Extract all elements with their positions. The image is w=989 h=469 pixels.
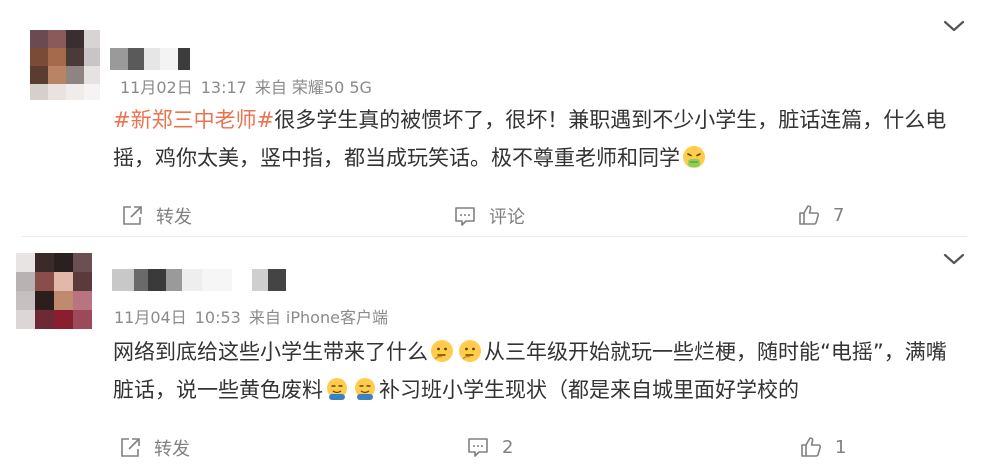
comment-date: 11月02日: [120, 78, 193, 97]
share-icon: [123, 206, 142, 225]
like-button[interactable]: 7: [797, 203, 844, 227]
comment-meta: 11月04日 10:53 来自 iPhone客户端: [114, 304, 396, 328]
like-count: 7: [833, 204, 845, 226]
comment-icon: [468, 438, 488, 457]
repost-button[interactable]: 转发: [118, 435, 190, 461]
avatar[interactable]: [16, 253, 92, 329]
share-icon: [121, 438, 140, 457]
vomit-face-emoji: [683, 146, 705, 168]
thumbs-up-icon: [799, 205, 820, 225]
comment-source: 来自 荣耀50 5G: [254, 78, 372, 97]
chevron-down-icon[interactable]: [940, 16, 968, 36]
chevron-down-icon[interactable]: [940, 249, 968, 269]
comment-button[interactable]: 评论: [453, 203, 525, 229]
divider: [22, 236, 967, 237]
comment-text: 网络到底给这些小学生带来了什么 从三年级开始就玩一些烂梗，随时能“电摇”，满嘴脏…: [113, 333, 963, 409]
comment-date: 11月04日: [114, 308, 187, 327]
comment-count: 2: [502, 436, 514, 458]
comment-source: 来自 iPhone客户端: [248, 308, 388, 327]
repost-button[interactable]: 转发: [120, 203, 192, 229]
hashtag-link[interactable]: #新郑三中老师#: [113, 108, 274, 132]
thumbs-up-icon: [801, 437, 822, 457]
repost-label: 转发: [154, 439, 190, 460]
repost-label: 转发: [156, 207, 192, 228]
comment-body-part3: 补习班小学生现状（都是来自城里面好学校的: [379, 378, 799, 402]
comment-text: #新郑三中老师#很多学生真的被惯坏了，很坏！兼职遇到不少小学生，脏话连篇，什么电…: [113, 101, 963, 177]
comment-card: 11月04日 10:53 来自 iPhone客户端 网络到底给这些小学生带来了什么 …: [0, 239, 989, 469]
comment-body-part1: 网络到底给这些小学生带来了什么: [113, 340, 428, 364]
thinking-face-emoji: [431, 340, 453, 362]
like-count: 1: [835, 436, 847, 458]
comment-time: 13:17: [200, 78, 247, 97]
username[interactable]: [112, 269, 292, 291]
comment-time: 10:53: [194, 308, 241, 327]
smirk-hands-emoji: [355, 378, 375, 400]
comment-button[interactable]: 2: [466, 435, 513, 459]
comment-card: 11月02日 13:17 来自 荣耀50 5G #新郑三中老师#很多学生真的被惯坏了…: [0, 0, 989, 239]
username[interactable]: [110, 48, 190, 70]
thinking-face-emoji: [459, 340, 481, 362]
comment-label: 评论: [489, 207, 525, 228]
smirk-hands-emoji: [327, 378, 347, 400]
comment-icon: [455, 207, 475, 226]
avatar[interactable]: [30, 30, 100, 100]
comment-meta: 11月02日 13:17 来自 荣耀50 5G: [120, 74, 380, 98]
like-button[interactable]: 1: [799, 435, 846, 459]
